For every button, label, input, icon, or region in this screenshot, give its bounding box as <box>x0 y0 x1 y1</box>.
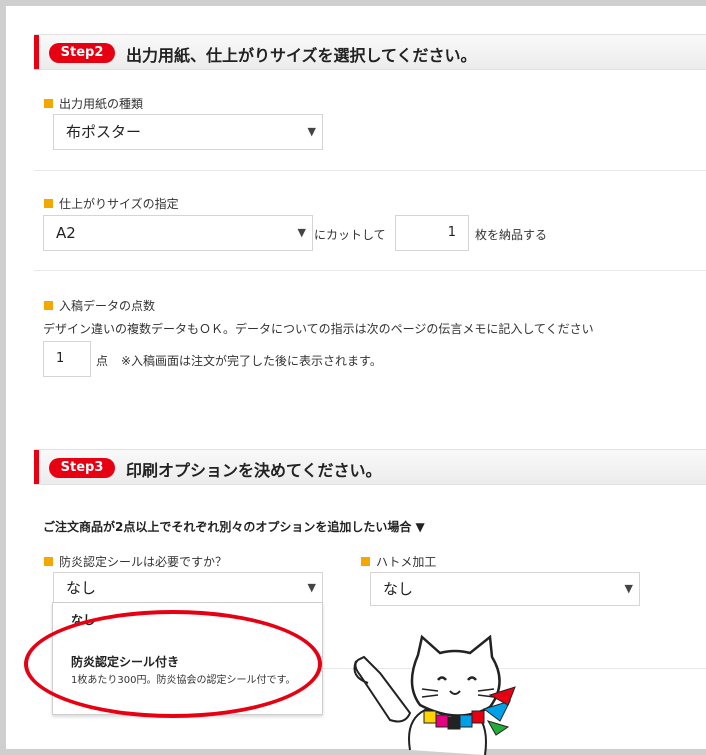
step2-accent-bar <box>34 35 39 69</box>
data-count-input[interactable]: 1 <box>43 341 91 377</box>
step3-header: Step3 印刷オプションを決めてください。 <box>34 449 706 485</box>
chevron-down-icon: ▼ <box>307 581 316 594</box>
step3-title: 印刷オプションを決めてください。 <box>126 461 382 480</box>
step2-header: Step2 出力用紙、仕上がりサイズを選択してください。 <box>34 34 706 70</box>
data-count-description: デザイン違いの複数データもＯＫ。データについての指示は次のページの伝言メモに記入… <box>43 322 594 336</box>
step2-title: 出力用紙、仕上がりサイズを選択してください。 <box>126 46 477 65</box>
grommet-value: なし <box>383 580 414 598</box>
chevron-down-icon: ▼ <box>297 226 306 239</box>
fire-seal-label: 防炎認定シールは必要ですか？ <box>44 553 227 570</box>
finish-size-label-text: 仕上がりサイズの指定 <box>59 197 179 211</box>
grommet-select[interactable]: なし ▼ <box>370 572 640 606</box>
label-marker-icon <box>44 99 53 108</box>
quantity-suffix: 枚を納品する <box>475 228 548 242</box>
data-count-label-text: 入稿データの点数 <box>59 299 156 313</box>
grommet-label: ハトメ加工 <box>361 553 436 570</box>
fire-seal-label-text: 防炎認定シールは必要ですか？ <box>59 555 228 569</box>
quantity-input[interactable]: 1 <box>395 215 469 251</box>
label-marker-icon <box>361 557 370 566</box>
data-count-note: ※入稿画面は注文が完了した後に表示されます。 <box>121 354 382 368</box>
step3-badge: Step3 <box>49 458 115 478</box>
label-marker-icon <box>44 557 53 566</box>
fire-seal-select[interactable]: なし ▼ <box>53 572 323 604</box>
chevron-down-icon: ▼ <box>307 125 316 138</box>
cat-mascot-icon <box>353 634 516 755</box>
finish-size-value: A2 <box>56 224 76 242</box>
data-count-label: 入稿データの点数 <box>44 297 155 314</box>
finish-size-select[interactable]: A2 ▼ <box>43 215 313 251</box>
data-count-unit: 点 <box>96 354 109 368</box>
paper-type-value: 布ポスター <box>66 123 142 141</box>
divider <box>34 170 706 171</box>
paper-type-label: 出力用紙の種類 <box>44 95 143 112</box>
fire-seal-value: なし <box>66 579 97 597</box>
label-marker-icon <box>44 301 53 310</box>
grommet-label-text: ハトメ加工 <box>376 555 437 569</box>
finish-size-label: 仕上がりサイズの指定 <box>44 195 179 212</box>
label-marker-icon <box>44 199 53 208</box>
step3-accent-bar <box>34 450 39 484</box>
divider <box>34 270 706 271</box>
cut-text: にカットして <box>314 228 386 242</box>
step2-badge: Step2 <box>49 43 115 63</box>
multi-option-link[interactable]: ご注文商品が2点以上でそれぞれ別々のオプションを追加したい場合 ▼ <box>43 518 425 535</box>
paper-type-select[interactable]: 布ポスター ▼ <box>53 114 323 150</box>
chevron-down-icon: ▼ <box>624 582 633 595</box>
highlight-ellipse <box>24 610 322 718</box>
paper-type-label-text: 出力用紙の種類 <box>59 97 144 111</box>
